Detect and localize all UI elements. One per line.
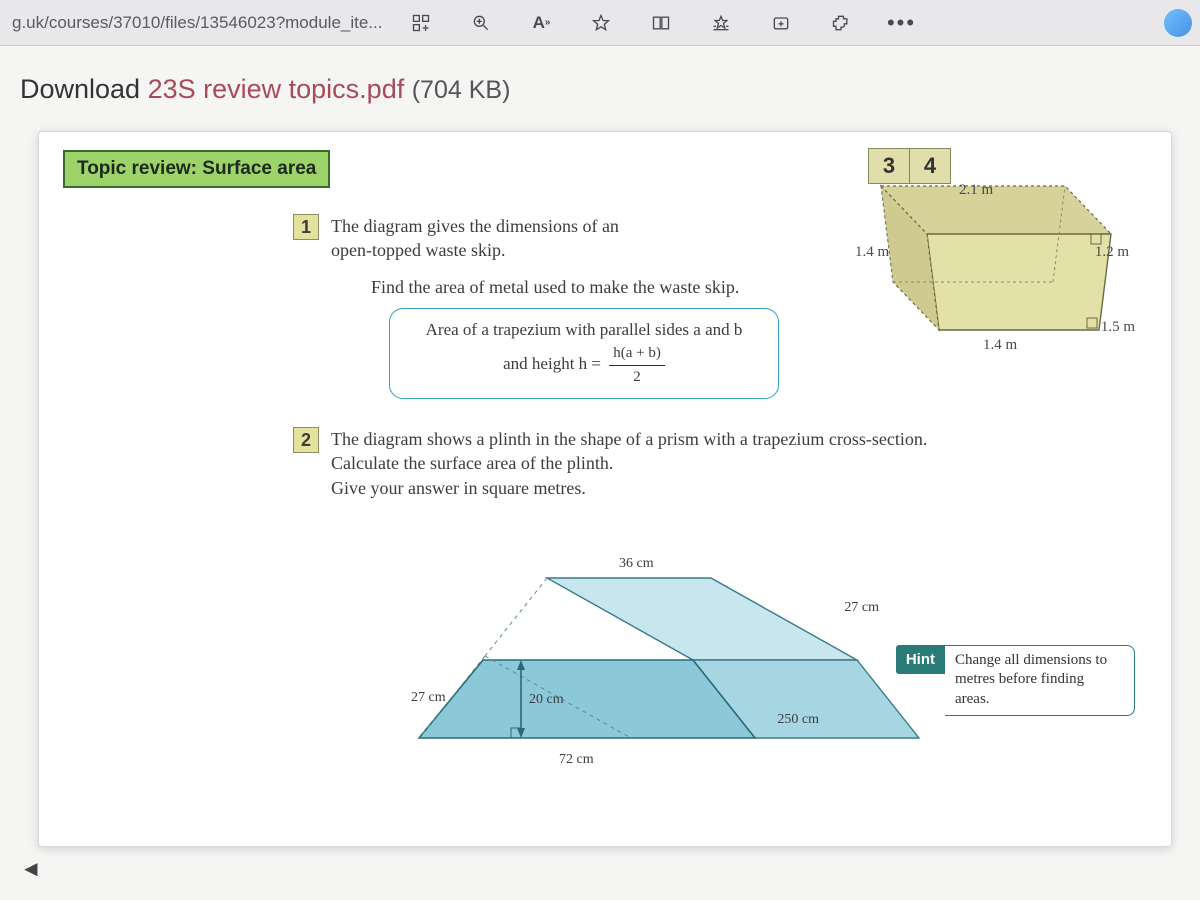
prism-base: 72 cm bbox=[559, 752, 594, 768]
formula-fraction: h(a + b) 2 bbox=[609, 342, 665, 388]
profile-avatar[interactable] bbox=[1164, 9, 1192, 37]
formula-line2: and height h = h(a + b) 2 bbox=[408, 342, 760, 388]
back-chevron-icon[interactable]: ◄ bbox=[20, 856, 42, 882]
prism-slant: 27 cm bbox=[411, 690, 446, 706]
formula-line1: Area of a trapezium with parallel sides … bbox=[408, 317, 760, 343]
prism-top: 36 cm bbox=[619, 556, 654, 572]
hint-text: Change all dimensions to metres before f… bbox=[945, 645, 1135, 717]
formula-box: Area of a trapezium with parallel sides … bbox=[389, 308, 779, 400]
read-aloud-icon[interactable]: A» bbox=[530, 12, 552, 34]
grid-icon[interactable] bbox=[410, 12, 432, 34]
page-content: Download 23S review topics.pdf (704 KB) … bbox=[0, 46, 1200, 900]
skip-label-bottom: 1.4 m bbox=[983, 337, 1017, 354]
prism-right-depth: 27 cm bbox=[844, 600, 879, 616]
split-icon[interactable] bbox=[650, 12, 672, 34]
prism-diagram: 36 cm 27 cm 250 cm 27 cm 20 cm 72 cm bbox=[359, 542, 949, 792]
browser-toolbar: g.uk/courses/37010/files/13546023?module… bbox=[0, 0, 1200, 46]
question-2: 2 The diagram shows a plinth in the shap… bbox=[293, 427, 1147, 500]
prism-length: 250 cm bbox=[777, 712, 819, 728]
toolbar-icon-group: A» ••• bbox=[410, 9, 1192, 37]
formula-denominator: 2 bbox=[609, 366, 665, 389]
formula-numerator: h(a + b) bbox=[609, 342, 665, 366]
prism-height: 20 cm bbox=[529, 692, 564, 708]
collections-icon[interactable] bbox=[770, 12, 792, 34]
hint-badge: Hint bbox=[896, 645, 945, 674]
hint-box: Hint Change all dimensions to metres bef… bbox=[896, 645, 1135, 717]
q2-line1: The diagram shows a plinth in the shape … bbox=[331, 429, 927, 449]
question-2-number: 2 bbox=[293, 427, 319, 453]
question-1-text: The diagram gives the dimensions of an o… bbox=[331, 214, 619, 263]
skip-diagram: 2.1 m 1.4 m 1.2 m 1.4 m 1.5 m bbox=[833, 174, 1123, 366]
q1-text-a: The diagram gives the dimensions of an bbox=[331, 216, 619, 236]
skip-label-left: 1.4 m bbox=[855, 244, 889, 261]
q1-text-b: open-topped waste skip. bbox=[331, 240, 505, 260]
more-icon[interactable]: ••• bbox=[890, 12, 912, 34]
star-icon[interactable] bbox=[590, 12, 612, 34]
favorites-icon[interactable] bbox=[710, 12, 732, 34]
download-header: Download 23S review topics.pdf (704 KB) bbox=[14, 74, 1172, 131]
skip-label-bottom-right: 1.5 m bbox=[1101, 319, 1135, 336]
formula-prefix: and height h = bbox=[503, 354, 601, 373]
skip-label-right: 1.2 m bbox=[1095, 244, 1129, 261]
question-2-text: The diagram shows a plinth in the shape … bbox=[331, 427, 927, 500]
worksheet-card: Topic review: Surface area 3 4 bbox=[38, 131, 1172, 847]
download-prefix: Download bbox=[20, 74, 148, 104]
zoom-icon[interactable] bbox=[470, 12, 492, 34]
download-link[interactable]: 23S review topics.pdf bbox=[148, 74, 405, 104]
question-1-number: 1 bbox=[293, 214, 319, 240]
extensions-icon[interactable] bbox=[830, 12, 852, 34]
download-size: (704 KB) bbox=[412, 76, 511, 104]
topic-label: Topic review: Surface area bbox=[63, 150, 330, 188]
skip-label-top: 2.1 m bbox=[959, 182, 993, 199]
q2-line2: Calculate the surface area of the plinth… bbox=[331, 453, 613, 473]
q2-line3: Give your answer in square metres. bbox=[331, 478, 586, 498]
address-bar[interactable]: g.uk/courses/37010/files/13546023?module… bbox=[8, 13, 382, 33]
